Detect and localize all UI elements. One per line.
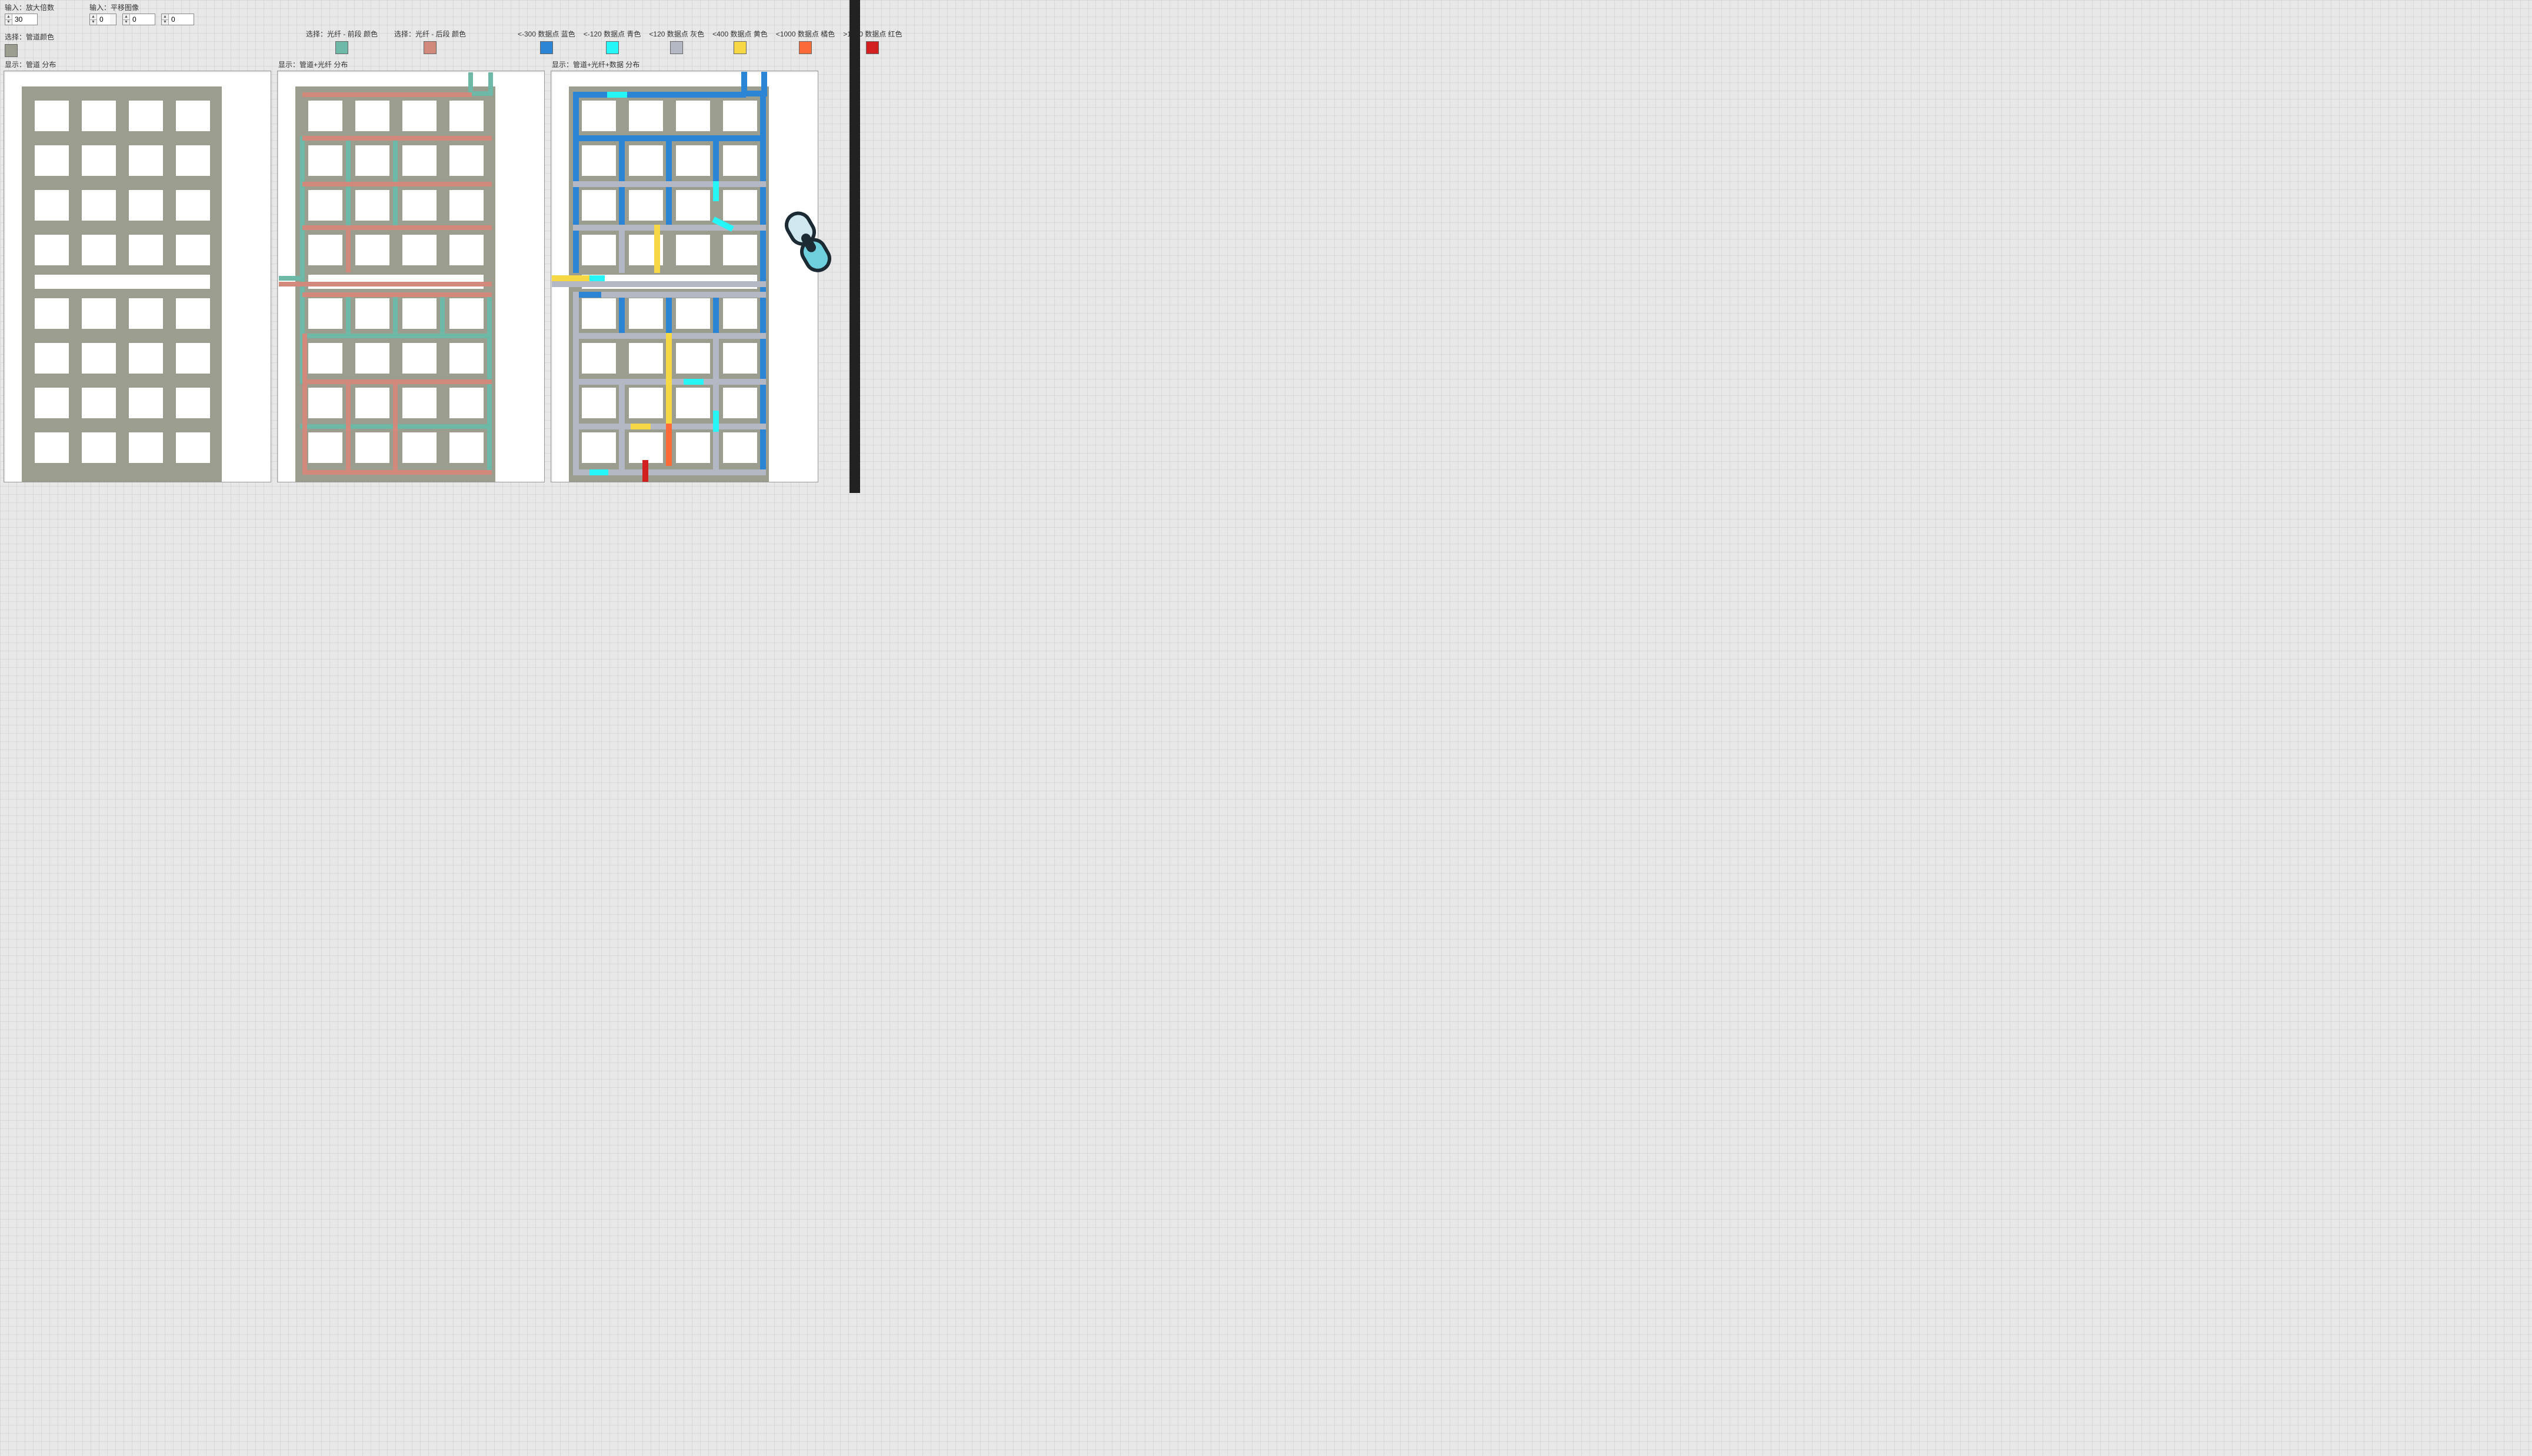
range-swatch — [734, 41, 747, 54]
top-controls: 输入：放大倍数 ▲▼ 输入：平移图像 ▲▼ ▲▼ ▲ — [0, 0, 860, 26]
legend-row: 选择：管道颜色 选择：光纤 - 前段 颜色 选择：光纤 - 后段 颜色 <-30… — [0, 26, 860, 59]
fiber-front-swatch[interactable] — [335, 41, 348, 54]
chevron-down-icon[interactable]: ▼ — [123, 20, 129, 25]
zoom-spinner[interactable]: ▲▼ — [5, 14, 38, 25]
pan-label: 输入：平移图像 — [89, 2, 194, 12]
pipe-color-swatch[interactable] — [5, 44, 18, 57]
pan-y-input[interactable] — [169, 14, 194, 25]
pipe-color-label: 选择：管道颜色 — [5, 32, 54, 42]
chevron-up-icon[interactable]: ▲ — [90, 14, 96, 20]
chevron-up-icon[interactable]: ▲ — [162, 14, 168, 20]
chevron-up-icon[interactable]: ▲ — [5, 14, 12, 20]
panel-3-svg — [551, 71, 818, 482]
range-label: <1000 数据点 橘色 — [776, 29, 835, 39]
zoom-input[interactable] — [12, 14, 37, 25]
range-swatch — [540, 41, 553, 54]
pan-x-input[interactable] — [130, 14, 155, 25]
fiber-front-label: 选择：光纤 - 前段 颜色 — [306, 29, 378, 39]
range-label: <400 数据点 黄色 — [712, 29, 768, 39]
panel-3-title: 显示：管道+光纤+数据 分布 — [551, 59, 818, 69]
panel-3-wrap: 显示：管道+光纤+数据 分布 — [551, 59, 818, 482]
pan-index-input[interactable] — [97, 14, 110, 25]
panel-2-title: 显示：管道+光纤 分布 — [277, 59, 545, 69]
chevron-down-icon[interactable]: ▼ — [90, 20, 96, 25]
range-swatch — [799, 41, 812, 54]
pan-control-group: 输入：平移图像 ▲▼ ▲▼ ▲▼ — [89, 2, 194, 25]
pan-x-spinner[interactable]: ▲▼ — [122, 14, 155, 25]
range-swatch — [606, 41, 619, 54]
fiber-back-label: 选择：光纤 - 后段 颜色 — [394, 29, 466, 39]
panel-2[interactable] — [277, 71, 545, 482]
range-label: <-300 数据点 蓝色 — [518, 29, 575, 39]
range-swatch — [670, 41, 683, 54]
panel-3[interactable] — [551, 71, 818, 482]
panel-1-title: 显示：管道 分布 — [4, 59, 271, 69]
range-swatch — [866, 41, 879, 54]
pan-y-spinner[interactable]: ▲▼ — [161, 14, 194, 25]
zoom-control-group: 输入：放大倍数 ▲▼ — [5, 2, 54, 25]
pan-index-spinner[interactable]: ▲▼ — [89, 14, 116, 25]
zoom-label: 输入：放大倍数 — [5, 2, 54, 12]
data-range-legend: <-300 数据点 蓝色 <-120 数据点 青色 <120 数据点 灰色 <4… — [518, 29, 902, 54]
panel-2-wrap: 显示：管道+光纤 分布 — [277, 59, 545, 482]
fiber-back-swatch[interactable] — [424, 41, 437, 54]
range-label: <120 数据点 灰色 — [649, 29, 704, 39]
panel-2-svg — [278, 71, 545, 482]
panel-1[interactable] — [4, 71, 271, 482]
range-label: <-120 数据点 青色 — [584, 29, 641, 39]
panel-1-svg — [4, 71, 271, 482]
panels-row: 显示：管道 分布 — [0, 59, 860, 482]
chevron-down-icon[interactable]: ▼ — [5, 20, 12, 25]
app-root: 输入：放大倍数 ▲▼ 输入：平移图像 ▲▼ ▲▼ ▲ — [0, 0, 860, 493]
chevron-up-icon[interactable]: ▲ — [123, 14, 129, 20]
fiber-color-group: 选择：光纤 - 前段 颜色 选择：光纤 - 后段 颜色 — [306, 29, 466, 54]
panel-1-wrap: 显示：管道 分布 — [4, 59, 271, 482]
side-strip — [849, 0, 860, 493]
pipe-color-group: 选择：管道颜色 — [5, 32, 54, 57]
chevron-down-icon[interactable]: ▼ — [162, 20, 168, 25]
